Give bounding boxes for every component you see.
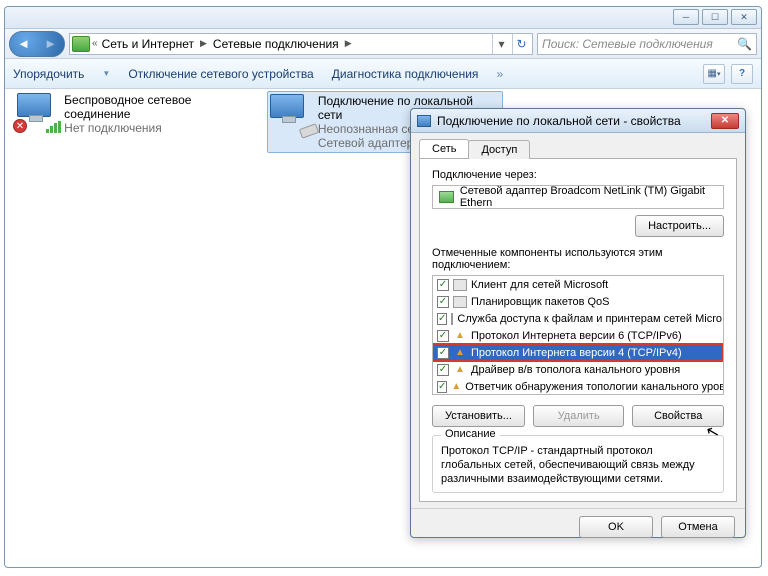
- component-label: Протокол Интернета версии 6 (TCP/IPv6): [471, 330, 682, 342]
- service-icon: [453, 279, 467, 291]
- components-list[interactable]: ✓ Клиент для сетей Microsoft ✓ Планировщик …: [432, 275, 724, 395]
- protocol-icon: ▲: [453, 330, 467, 342]
- signal-bars-icon: [46, 121, 62, 133]
- disconnected-icon: ✕: [13, 119, 27, 133]
- forward-icon: ►: [44, 36, 57, 51]
- protocol-icon: ▲: [451, 381, 461, 393]
- crumb-1[interactable]: Сеть и Интернет: [100, 37, 196, 51]
- overflow-icon[interactable]: »: [496, 67, 503, 81]
- checkbox[interactable]: ✓: [437, 364, 449, 376]
- connection-status: Нет подключения: [64, 121, 257, 135]
- dialog-footer: OK Отмена: [411, 508, 745, 544]
- component-row[interactable]: ✓ Планировщик пакетов QoS: [433, 293, 723, 310]
- component-row[interactable]: ✓ ▲ Протокол Интернета версии 6 (TCP/IPv6): [433, 327, 723, 344]
- organize-menu[interactable]: Упорядочить: [13, 67, 84, 81]
- component-row[interactable]: ✓ ▲ Ответчик обнаружения топологии канальн…: [433, 378, 723, 395]
- protocol-icon: ▲: [453, 347, 467, 359]
- configure-button[interactable]: Настроить...: [635, 215, 724, 237]
- description-text: Протокол TCP/IP - стандартный протокол г…: [441, 444, 715, 486]
- chevron-right-icon: ▶: [343, 38, 354, 49]
- connect-via-label: Подключение через:: [432, 169, 724, 181]
- monitor-icon: [17, 93, 51, 117]
- help-button[interactable]: ?: [731, 64, 753, 84]
- search-placeholder: Поиск: Сетевые подключения: [542, 37, 713, 51]
- breadcrumb-dropdown[interactable]: ▾: [492, 34, 510, 54]
- cancel-button[interactable]: Отмена: [661, 516, 735, 538]
- tab-access[interactable]: Доступ: [468, 140, 530, 159]
- search-icon: 🔍: [737, 37, 752, 51]
- back-icon: ◄: [17, 36, 30, 51]
- nav-back-forward[interactable]: ◄ ►: [9, 31, 65, 57]
- navbar: ◄ ► « Сеть и Интернет ▶ Сетевые подключе…: [5, 29, 761, 59]
- breadcrumb[interactable]: « Сеть и Интернет ▶ Сетевые подключения …: [69, 33, 533, 55]
- properties-dialog: Подключение по локальной сети - свойства…: [410, 108, 746, 538]
- diagnose-button[interactable]: Диагностика подключения: [332, 67, 479, 81]
- checkbox[interactable]: ✓: [437, 347, 449, 359]
- checkbox[interactable]: ✓: [437, 296, 449, 308]
- search-input[interactable]: Поиск: Сетевые подключения 🔍: [537, 33, 757, 55]
- component-row[interactable]: ✓ Клиент для сетей Microsoft: [433, 276, 723, 293]
- component-label: Ответчик обнаружения топологии канальног…: [465, 381, 724, 393]
- service-icon: [453, 296, 467, 308]
- close-button[interactable]: ✕: [731, 9, 757, 25]
- component-row[interactable]: ✓ ▲ Драйвер в/в тополога канального уровня: [433, 361, 723, 378]
- ok-button[interactable]: OK: [579, 516, 653, 538]
- install-button[interactable]: Установить...: [432, 405, 525, 427]
- protocol-icon: ▲: [453, 364, 467, 376]
- component-label: Драйвер в/в тополога канального уровня: [471, 364, 680, 376]
- view-button[interactable]: ▦▾: [703, 64, 725, 84]
- properties-button[interactable]: Свойства: [632, 405, 724, 427]
- checkbox[interactable]: ✓: [437, 381, 447, 393]
- dialog-close-button[interactable]: ✕: [711, 113, 739, 129]
- adapter-name: Сетевой адаптер Broadcom NetLink (TM) Gi…: [460, 185, 717, 209]
- tab-strip: Сеть Доступ: [411, 133, 745, 158]
- disable-device-button[interactable]: Отключение сетевого устройства: [128, 67, 313, 81]
- component-label: Протокол Интернета версии 4 (TCP/IPv4): [471, 347, 682, 359]
- connection-item-wireless[interactable]: ✕ Беспроводное сетевое соединение Нет по…: [17, 93, 257, 135]
- component-label: Служба доступа к файлам и принтерам сете…: [457, 313, 724, 325]
- checkbox[interactable]: ✓: [437, 313, 447, 325]
- description-group: Описание Протокол TCP/IP - стандартный п…: [432, 435, 724, 493]
- component-label: Планировщик пакетов QoS: [471, 296, 610, 308]
- monitor-icon: [270, 94, 304, 118]
- explorer-titlebar[interactable]: ─ ☐ ✕: [5, 7, 761, 29]
- tab-panel: Подключение через: Сетевой адаптер Broad…: [419, 158, 737, 502]
- description-title: Описание: [441, 428, 500, 440]
- dialog-icon: [417, 115, 431, 127]
- tab-network[interactable]: Сеть: [419, 139, 469, 158]
- component-label: Клиент для сетей Microsoft: [471, 279, 608, 291]
- minimize-button[interactable]: ─: [673, 9, 699, 25]
- service-icon: [451, 313, 453, 325]
- maximize-button[interactable]: ☐: [702, 9, 728, 25]
- components-label: Отмеченные компоненты используются этим …: [432, 247, 724, 271]
- adapter-field: Сетевой адаптер Broadcom NetLink (TM) Gi…: [432, 185, 724, 209]
- remove-button[interactable]: Удалить: [533, 405, 625, 427]
- toolbar: Упорядочить ▼ Отключение сетевого устрой…: [5, 59, 761, 89]
- refresh-button[interactable]: ↻: [512, 34, 530, 54]
- nic-icon: [439, 191, 454, 203]
- chevron-right-icon: ▶: [198, 38, 209, 49]
- plug-icon: [299, 123, 319, 139]
- checkbox[interactable]: ✓: [437, 330, 449, 342]
- checkbox[interactable]: ✓: [437, 279, 449, 291]
- connection-name: Беспроводное сетевое соединение: [64, 93, 257, 121]
- component-row[interactable]: ✓ Служба доступа к файлам и принтерам сет…: [433, 310, 723, 327]
- dialog-title: Подключение по локальной сети - свойства: [437, 114, 705, 128]
- crumb-2[interactable]: Сетевые подключения: [211, 37, 341, 51]
- dialog-titlebar[interactable]: Подключение по локальной сети - свойства…: [411, 109, 745, 133]
- component-row[interactable]: ✓ ▲ Протокол Интернета версии 4 (TCP/IPv4): [433, 344, 723, 361]
- location-icon: [72, 36, 90, 52]
